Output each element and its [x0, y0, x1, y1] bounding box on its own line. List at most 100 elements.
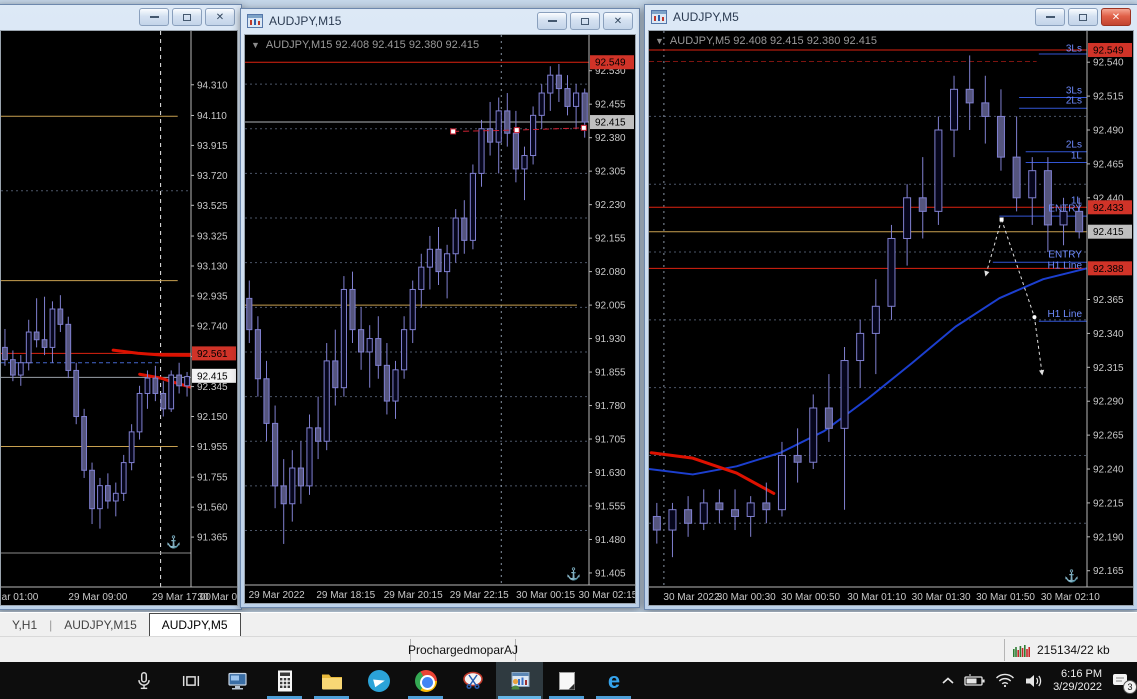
svg-text:92.415: 92.415	[595, 118, 626, 129]
chart-ohlc-header: AUDJPY,M5 92.408 92.415 92.380 92.415	[669, 35, 878, 47]
svg-text:93.720: 93.720	[197, 171, 228, 182]
candles	[2, 295, 190, 529]
maximize-button[interactable]	[570, 12, 600, 30]
svg-text:91.405: 91.405	[595, 568, 626, 579]
chart-area-h1[interactable]: 0.4580.21994.31094.11093.91593.72093.525…	[1, 31, 237, 605]
volume-icon[interactable]	[1024, 673, 1044, 689]
price-axis[interactable]: 92.54092.51592.49092.46592.44092.36592.3…	[1086, 31, 1133, 587]
svg-text:30 Mar 2022: 30 Mar 2022	[663, 592, 720, 603]
time-axis[interactable]: 30 Mar 202230 Mar 00:30 30 Mar 00:50 30 Ma…	[649, 586, 1133, 603]
chrome-icon[interactable]	[402, 662, 449, 699]
price-lines	[649, 49, 1087, 322]
window-title: AUDJPY,M5	[673, 10, 739, 24]
price-axis[interactable]: 94.310 94.110 93.915 93.720 93.525 93.325 93.1…	[190, 31, 237, 587]
notification-badge: 3	[1123, 679, 1137, 694]
status-bar: ProchargedmoparAJ 215134/22 kb	[0, 636, 1137, 662]
svg-text:92.490: 92.490	[1093, 125, 1124, 136]
svg-text:29 Mar 18:15: 29 Mar 18:15	[316, 590, 375, 601]
chart-dropdown-icon[interactable]: ▼	[251, 40, 260, 50]
annotations	[450, 124, 587, 135]
svg-text:92.190: 92.190	[1093, 532, 1124, 543]
chart-area-m5[interactable]: 3Ls 3Ls 2Ls 2Ls 1L 1L ENTRY ENTRY H1 Line H1 Line…	[649, 31, 1133, 605]
traffic-histogram-icon	[1013, 644, 1030, 657]
metatrader-icon[interactable]	[496, 662, 543, 699]
svg-text:91.955: 91.955	[197, 442, 228, 453]
svg-text:91.755: 91.755	[197, 473, 228, 484]
svg-text:91.555: 91.555	[595, 501, 626, 512]
svg-text:92.305: 92.305	[595, 167, 626, 178]
svg-text:92.240: 92.240	[1093, 465, 1124, 476]
traffic-text: 215134/22 kb	[1037, 643, 1110, 657]
telegram-icon[interactable]	[355, 662, 402, 699]
close-button[interactable]: ✕	[1101, 8, 1131, 26]
svg-text:92.433: 92.433	[1093, 203, 1124, 214]
svg-text:92.935: 92.935	[197, 291, 228, 302]
svg-text:92.455: 92.455	[595, 100, 626, 111]
svg-text:92.340: 92.340	[1093, 329, 1124, 340]
svg-text:93.525: 93.525	[197, 201, 228, 212]
svg-text:92.155: 92.155	[595, 234, 626, 245]
file-explorer-icon[interactable]	[308, 662, 355, 699]
snipping-tool-icon[interactable]	[449, 662, 496, 699]
svg-text:92.215: 92.215	[1093, 498, 1124, 509]
minimize-button[interactable]	[537, 12, 567, 30]
tab-audjpy-m15[interactable]: AUDJPY,M15	[52, 615, 148, 636]
task-view-icon[interactable]	[167, 662, 214, 699]
svg-text:93.130: 93.130	[197, 261, 228, 272]
price-axis[interactable]: 92.53092.45592.38092.30592.23092.15592.0…	[588, 35, 635, 585]
minimize-button[interactable]	[1035, 8, 1065, 26]
svg-text:94.110: 94.110	[197, 111, 227, 122]
svg-text:30 Mar 00:30: 30 Mar 00:30	[717, 592, 776, 603]
tray-chevron-icon[interactable]	[941, 676, 955, 686]
svg-text:92.415: 92.415	[197, 371, 228, 382]
svg-text:3Ls: 3Ls	[1066, 43, 1082, 54]
maximize-button[interactable]	[172, 8, 202, 26]
chart-ohlc-header: AUDJPY,M15 92.408 92.415 92.380 92.415	[265, 39, 480, 51]
system-monitor-icon[interactable]	[214, 662, 261, 699]
svg-text:2Ls: 2Ls	[1066, 140, 1082, 151]
window-titlebar[interactable]: AUDJPY,M15 ✕	[241, 9, 639, 33]
maximize-button[interactable]	[1068, 8, 1098, 26]
window-titlebar[interactable]: AUDJPY,M5 ✕	[645, 5, 1137, 29]
window-titlebar[interactable]: ✕	[0, 5, 241, 29]
svg-text:91.780: 91.780	[595, 401, 626, 412]
chart-dropdown-icon[interactable]: ▼	[655, 36, 664, 46]
chart-window-h1: ✕ 0.4580.21994.31094.11093.91593.72093.5…	[0, 4, 242, 610]
svg-text:92.549: 92.549	[1093, 45, 1124, 56]
svg-text:92.540: 92.540	[1093, 58, 1124, 69]
svg-text:94.310: 94.310	[197, 80, 228, 91]
calculator-icon[interactable]	[261, 662, 308, 699]
svg-text:92.380: 92.380	[595, 133, 626, 144]
minimize-button[interactable]	[139, 8, 169, 26]
microphone-icon[interactable]	[120, 662, 167, 699]
notepad-icon[interactable]	[543, 662, 590, 699]
chart-window-m15: AUDJPY,M15 ✕ ▼ AUDJPY,M15 92.408 92.415 …	[240, 8, 640, 608]
svg-text:30 Mar 02:10: 30 Mar 02:10	[1041, 592, 1100, 603]
chart-area-m15[interactable]: 92.530 92.455 92.380 92.305 92.230 92.155 92.0…	[245, 35, 635, 603]
svg-text:30 Mar 01:50: 30 Mar 01:50	[976, 592, 1035, 603]
close-button[interactable]: ✕	[205, 8, 235, 26]
battery-icon[interactable]	[964, 674, 986, 688]
tray-time: 6:16 PM	[1061, 667, 1102, 680]
tray-clock[interactable]: 6:16 PM 3/29/2022	[1053, 668, 1102, 694]
tab-audjpy-h1[interactable]: Y,H1	[0, 615, 49, 636]
tab-audjpy-m5[interactable]: AUDJPY,M5	[148, 613, 241, 636]
close-button[interactable]: ✕	[603, 12, 633, 30]
time-axis[interactable]: ar 01:00 29 Mar 09:00 29 Mar 17:0030 Mar 0…	[1, 586, 237, 603]
price-lines	[245, 61, 589, 306]
svg-text:30 Mar 01:30: 30 Mar 01:30	[912, 592, 971, 603]
wifi-icon[interactable]	[995, 673, 1015, 688]
svg-text:91.630: 91.630	[595, 468, 626, 479]
chart-tabbar: Y,H1 | AUDJPY,M15 AUDJPY,M5	[0, 612, 1137, 636]
svg-text:91.855: 91.855	[595, 368, 626, 379]
svg-text:92.515: 92.515	[1093, 92, 1124, 103]
time-axis[interactable]: 29 Mar 2022 29 Mar 18:15 29 Mar 20:15 29 Ma…	[245, 584, 635, 601]
candles	[652, 55, 1084, 558]
svg-text:ar 01:00: ar 01:00	[2, 592, 39, 603]
svg-text:91.705: 91.705	[595, 435, 626, 446]
svg-text:92.415: 92.415	[1093, 227, 1124, 238]
notification-icon[interactable]: 3	[1111, 672, 1137, 694]
edge-icon[interactable]: e	[590, 662, 637, 699]
svg-text:92.388: 92.388	[1093, 264, 1124, 275]
svg-text:ENTRY: ENTRY	[1048, 250, 1082, 261]
